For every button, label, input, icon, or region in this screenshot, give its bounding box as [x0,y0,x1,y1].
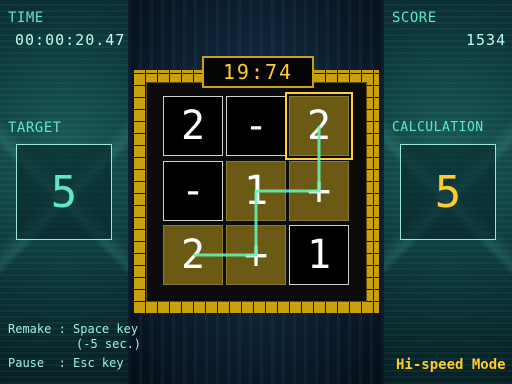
selection-path-line [193,126,321,257]
selection-path [193,126,321,257]
